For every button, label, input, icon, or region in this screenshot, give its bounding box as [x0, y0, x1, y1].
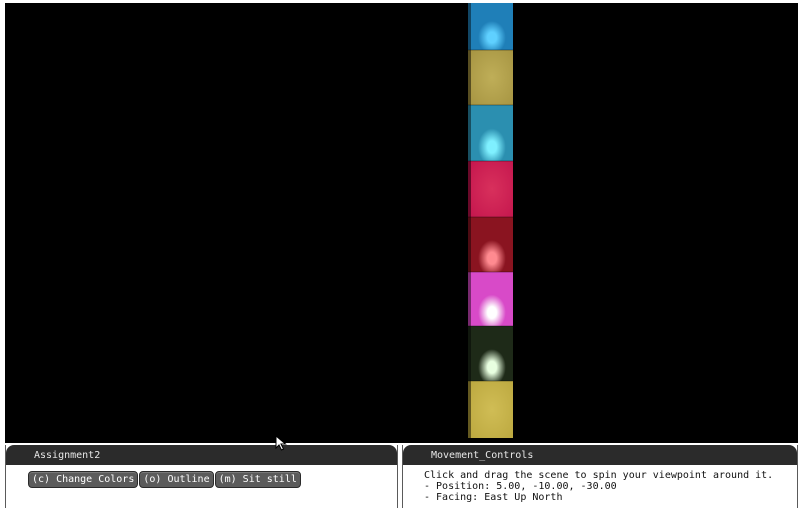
outline-button[interactable]: (o) Outline — [139, 471, 214, 488]
instructions-line: Click and drag the scene to spin your vi… — [424, 470, 774, 481]
assignment-panel: Assignment2 (c) Change Colors (o) Outlin… — [5, 445, 398, 508]
scene-viewport[interactable] — [5, 3, 798, 443]
cube-side-5 — [468, 217, 471, 272]
cube-side-6 — [468, 272, 471, 326]
position-line: - Position: 5.00, -10.00, -30.00 — [424, 481, 617, 492]
app-window: Assignment2 (c) Change Colors (o) Outlin… — [0, 0, 800, 508]
cube-8 — [471, 381, 513, 438]
movement-info: Click and drag the scene to spin your vi… — [424, 470, 773, 503]
cube-5 — [471, 217, 513, 272]
scene-background — [5, 3, 798, 443]
cube-stack — [468, 3, 513, 438]
change-colors-button[interactable]: (c) Change Colors — [28, 471, 139, 488]
cube-side-1 — [468, 3, 471, 50]
cube-4 — [471, 161, 513, 217]
cube-side-4 — [468, 161, 471, 217]
cube-1 — [471, 3, 513, 50]
arrow-pointer-icon — [275, 435, 287, 451]
cube-6 — [471, 272, 513, 326]
sit-still-button[interactable]: (m) Sit still — [214, 471, 301, 488]
facing-line: - Facing: East Up North — [424, 492, 563, 503]
webgl-canvas[interactable] — [5, 3, 798, 443]
cube-2 — [471, 50, 513, 105]
assignment-panel-title: Assignment2 — [6, 445, 397, 465]
cube-side-8 — [468, 381, 471, 438]
cube-side-7 — [468, 326, 471, 381]
cube-side-3 — [468, 105, 471, 161]
movement-controls-title: Movement_Controls — [403, 445, 797, 465]
cube-3 — [471, 105, 513, 161]
movement-controls-panel: Movement_Controls Click and drag the sce… — [402, 445, 798, 508]
assignment-button-row: (c) Change Colors (o) Outline (m) Sit st… — [28, 471, 301, 488]
cube-side-2 — [468, 50, 471, 105]
cube-7 — [471, 326, 513, 381]
